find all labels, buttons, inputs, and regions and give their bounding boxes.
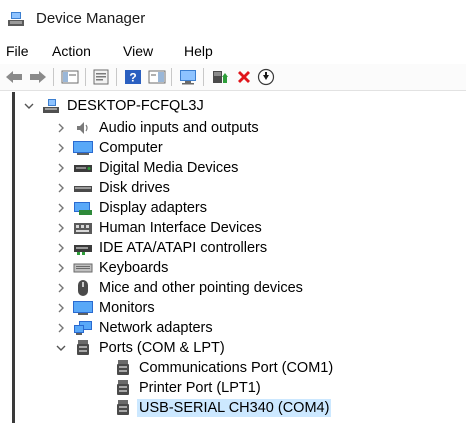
computer-tower-icon (41, 97, 61, 115)
category-audio-inputs-outputs[interactable]: Audio inputs and outputs (55, 118, 261, 138)
expand-chevron-icon[interactable] (55, 298, 67, 318)
title-bar: Device Manager (0, 0, 466, 40)
svg-text:?: ? (129, 71, 136, 85)
forward-icon[interactable] (28, 67, 48, 87)
expand-chevron-icon[interactable] (55, 218, 67, 238)
port-connector-icon (113, 399, 133, 417)
expand-chevron-icon[interactable] (55, 238, 67, 258)
category-disk-drives[interactable]: Disk drives (55, 178, 172, 198)
update-driver-icon[interactable] (210, 67, 230, 87)
port-connector-icon (113, 379, 133, 397)
expand-chevron-icon[interactable] (55, 258, 67, 278)
expand-chevron-icon[interactable] (55, 318, 67, 338)
category-mice-pointing-devices[interactable]: Mice and other pointing devices (55, 278, 305, 298)
expand-chevron-icon[interactable] (55, 158, 67, 178)
toolbar-separator (85, 68, 86, 86)
category-label: Audio inputs and outputs (99, 120, 259, 136)
category-label: Human Interface Devices (99, 220, 262, 236)
toolbar-separator (171, 68, 172, 86)
port-printer-lpt1[interactable]: Printer Port (LPT1) (107, 378, 263, 398)
menu-file[interactable]: File (6, 43, 29, 59)
device-label: Communications Port (COM1) (139, 360, 334, 376)
expand-chevron-icon[interactable] (55, 278, 67, 298)
menu-help[interactable]: Help (184, 43, 213, 59)
port-connector-icon (113, 359, 133, 377)
category-keyboards[interactable]: Keyboards (55, 258, 170, 278)
uninstall-device-icon[interactable] (234, 67, 254, 87)
keyboard-icon (73, 259, 93, 277)
category-label: Digital Media Devices (99, 160, 239, 176)
category-computer[interactable]: Computer (55, 138, 165, 158)
category-network-adapters[interactable]: Network adapters (55, 318, 215, 338)
collapse-chevron-icon[interactable] (55, 338, 67, 358)
display-adapter-icon (73, 199, 93, 217)
category-label: Mice and other pointing devices (99, 280, 303, 296)
category-label: Computer (99, 140, 163, 156)
port-usb-serial-ch340-com4[interactable]: USB-SERIAL CH340 (COM4) (107, 398, 332, 418)
back-icon[interactable] (4, 67, 24, 87)
action-pane-icon[interactable] (147, 67, 167, 87)
category-label: Disk drives (99, 180, 170, 196)
category-monitors[interactable]: Monitors (55, 298, 157, 318)
collapse-chevron-icon[interactable] (23, 96, 35, 116)
network-adapter-icon (73, 319, 93, 337)
port-communications-com1[interactable]: Communications Port (COM1) (107, 358, 335, 378)
monitor-icon (73, 299, 93, 317)
category-ide-ata-atapi-controllers[interactable]: IDE ATA/ATAPI controllers (55, 238, 269, 258)
device-label-selected: USB-SERIAL CH340 (COM4) (137, 399, 332, 417)
media-device-icon (73, 159, 93, 177)
device-tree: DESKTOP-FCFQL3J Audio inputs and outputs… (12, 92, 466, 423)
category-label: Monitors (99, 300, 155, 316)
port-connector-icon (73, 339, 93, 357)
tree-root[interactable]: DESKTOP-FCFQL3J (23, 96, 206, 116)
category-ports-com-lpt[interactable]: Ports (COM & LPT) (55, 338, 227, 358)
category-label: Ports (COM & LPT) (99, 340, 225, 356)
hid-icon (73, 219, 93, 237)
category-label: Network adapters (99, 320, 213, 336)
speaker-icon (73, 119, 93, 137)
category-human-interface-devices[interactable]: Human Interface Devices (55, 218, 264, 238)
ide-controller-icon (73, 239, 93, 257)
mouse-icon (73, 279, 93, 297)
window-title: Device Manager (36, 10, 146, 27)
expand-chevron-icon[interactable] (55, 138, 67, 158)
scan-hardware-icon[interactable] (178, 67, 198, 87)
expand-chevron-icon[interactable] (55, 178, 67, 198)
computer-icon (73, 139, 93, 157)
device-label: Printer Port (LPT1) (139, 380, 261, 396)
toolbar-separator (116, 68, 117, 86)
menu-view[interactable]: View (123, 43, 153, 59)
category-label: IDE ATA/ATAPI controllers (99, 240, 268, 256)
properties-icon[interactable] (91, 67, 111, 87)
enable-device-icon[interactable] (256, 67, 276, 87)
computer-name: DESKTOP-FCFQL3J (67, 98, 204, 114)
help-icon[interactable]: ? (123, 67, 143, 87)
toolbar-separator (203, 68, 204, 86)
expand-chevron-icon[interactable] (55, 118, 67, 138)
menu-bar: File Action View Help (0, 40, 466, 64)
category-label: Display adapters (99, 200, 207, 216)
disk-drive-icon (73, 179, 93, 197)
category-display-adapters[interactable]: Display adapters (55, 198, 209, 218)
menu-action[interactable]: Action (52, 43, 91, 59)
toolbar: ? (0, 64, 466, 91)
device-manager-icon (6, 11, 26, 29)
toolbar-separator (53, 68, 54, 86)
expand-chevron-icon[interactable] (55, 198, 67, 218)
category-digital-media-devices[interactable]: Digital Media Devices (55, 158, 240, 178)
show-hide-console-tree-icon[interactable] (60, 67, 80, 87)
category-label: Keyboards (99, 260, 169, 276)
